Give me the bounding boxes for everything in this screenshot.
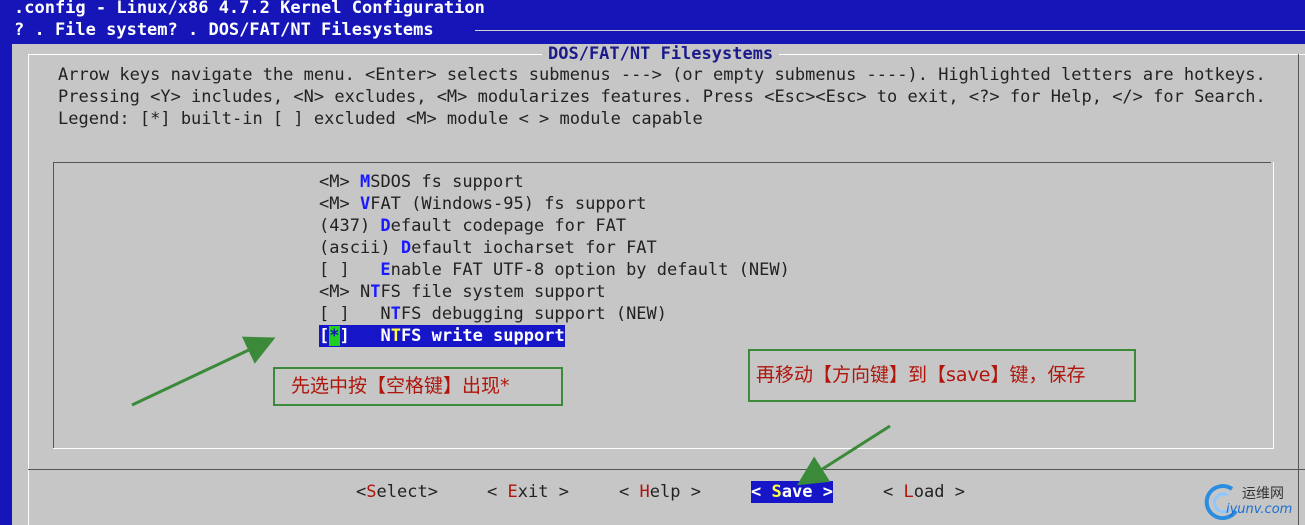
watermark-name: 运维网	[1242, 486, 1284, 502]
arrow-to-selected-item-icon	[131, 336, 276, 407]
site-watermark: 运维网 iyunv.com	[1200, 477, 1305, 525]
watermark-url: iyunv.com	[1226, 502, 1293, 517]
annotation-arrows	[131, 336, 891, 486]
arrow-to-save-button-icon	[796, 424, 891, 486]
